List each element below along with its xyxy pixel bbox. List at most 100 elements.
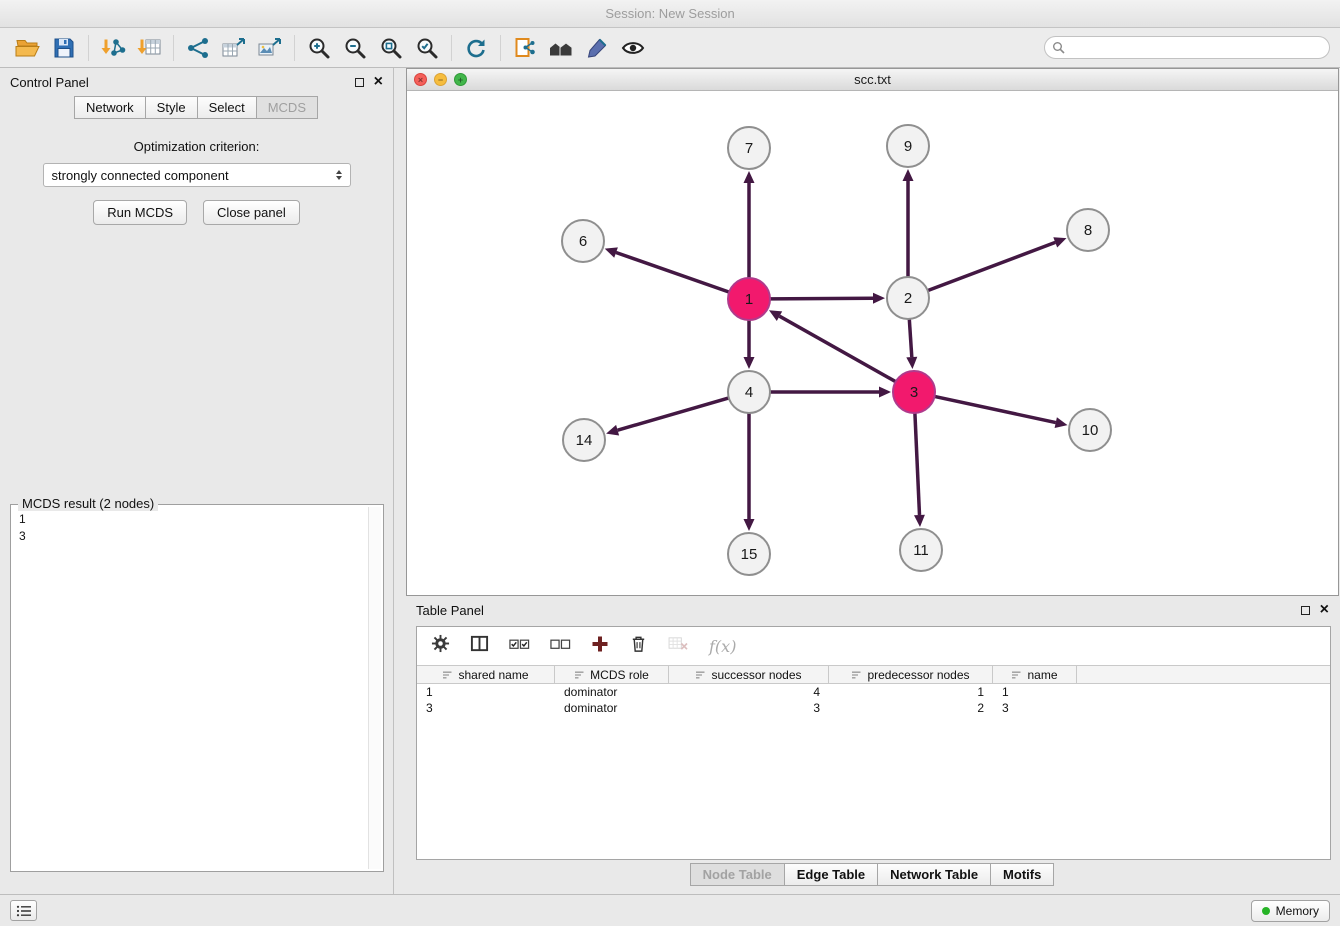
columns-icon (470, 634, 489, 653)
open-folder-icon (15, 36, 41, 60)
column-header-MCDS-role[interactable]: MCDS role (555, 666, 669, 683)
edge-2-8[interactable] (928, 242, 1056, 290)
toolbar-separator (173, 35, 174, 61)
table-settings-button[interactable] (431, 634, 450, 658)
edge-2-3[interactable] (909, 319, 912, 357)
graph-node-8[interactable]: 8 (1067, 209, 1109, 251)
import-network-button[interactable] (95, 31, 131, 65)
search-field[interactable] (1044, 36, 1330, 59)
show-hide-button[interactable] (615, 31, 651, 65)
float-panel-icon[interactable] (355, 78, 364, 87)
graph-node-3[interactable]: 3 (893, 371, 935, 413)
edge-arrow (744, 171, 755, 183)
main-toolbar (0, 28, 1340, 68)
svg-text:3: 3 (910, 384, 918, 401)
graph-node-14[interactable]: 14 (563, 419, 605, 461)
copy-network-button[interactable] (507, 31, 543, 65)
edge-arrow (873, 293, 885, 304)
column-header-successor-nodes[interactable]: successor nodes (669, 666, 829, 683)
svg-text:15: 15 (741, 546, 758, 563)
edge-3-11[interactable] (915, 413, 920, 515)
eye-icon (621, 36, 645, 60)
toolbar-separator (451, 35, 452, 61)
create-column-button[interactable] (591, 635, 609, 658)
edge-arrow (914, 515, 925, 527)
edge-arrow (606, 425, 619, 436)
table-tab-network-table[interactable]: Network Table (877, 863, 991, 886)
edge-4-14[interactable] (618, 398, 729, 430)
graph-node-1[interactable]: 1 (728, 278, 770, 320)
search-input[interactable] (1070, 41, 1322, 55)
criterion-dropdown[interactable]: strongly connected component (43, 163, 351, 187)
column-header-predecessor-nodes[interactable]: predecessor nodes (829, 666, 993, 683)
graph-node-15[interactable]: 15 (728, 533, 770, 575)
edge-1-6[interactable] (616, 253, 729, 293)
graph-node-7[interactable]: 7 (728, 127, 770, 169)
table-tab-edge-table[interactable]: Edge Table (784, 863, 878, 886)
control-tab-network[interactable]: Network (74, 96, 146, 119)
window-close-icon[interactable]: × (414, 73, 427, 86)
memory-button[interactable]: Memory (1251, 900, 1330, 922)
graph-node-9[interactable]: 9 (887, 125, 929, 167)
graph-node-4[interactable]: 4 (728, 371, 770, 413)
graph-node-2[interactable]: 2 (887, 277, 929, 319)
zoom-in-button[interactable] (301, 31, 337, 65)
graph-node-11[interactable]: 11 (900, 529, 942, 571)
control-tab-mcds[interactable]: MCDS (256, 96, 318, 119)
graph-node-10[interactable]: 10 (1069, 409, 1111, 451)
graph-node-6[interactable]: 6 (562, 220, 604, 262)
select-all-columns-button[interactable] (509, 636, 530, 657)
network-canvas[interactable]: 7 9 6 8 1 2 4 3 14 10 15 11 (407, 91, 1338, 595)
import-network-icon (100, 36, 126, 60)
memory-status-icon (1262, 907, 1270, 915)
delete-column-button[interactable] (629, 634, 648, 658)
column-header-shared-name[interactable]: shared name (417, 666, 555, 683)
table-tab-node-table[interactable]: Node Table (690, 863, 785, 886)
close-panel-icon[interactable]: × (374, 74, 383, 90)
deselect-all-columns-button[interactable] (550, 636, 571, 657)
window-minimize-icon[interactable]: − (434, 73, 447, 86)
style-pen-button[interactable] (579, 31, 615, 65)
delete-table-icon (668, 635, 689, 652)
svg-text:7: 7 (745, 140, 753, 157)
task-history-button[interactable] (10, 900, 37, 921)
first-neighbors-button[interactable] (543, 31, 579, 65)
network-canvas-area: 7 9 6 8 1 2 4 3 14 10 15 11 (407, 91, 1338, 595)
zoom-out-button[interactable] (337, 31, 373, 65)
delete-table-button[interactable] (668, 635, 689, 657)
window-zoom-icon[interactable]: + (454, 73, 467, 86)
table-tab-motifs[interactable]: Motifs (990, 863, 1054, 886)
control-tab-select[interactable]: Select (197, 96, 257, 119)
edge-3-1[interactable] (780, 316, 896, 382)
result-scrollbar[interactable] (368, 507, 381, 869)
function-builder-button[interactable]: f(x) (709, 637, 736, 656)
network-image-button[interactable] (252, 31, 288, 65)
open-session-button[interactable] (10, 31, 46, 65)
save-session-button[interactable] (46, 31, 82, 65)
refresh-layout-button[interactable] (458, 31, 494, 65)
edge-1-2[interactable] (770, 298, 873, 299)
close-panel-button[interactable]: Close panel (203, 200, 300, 225)
status-bar: Memory (0, 894, 1340, 926)
close-table-panel-icon[interactable]: × (1320, 602, 1329, 618)
edge-arrow (744, 519, 755, 531)
run-mcds-button[interactable]: Run MCDS (93, 200, 187, 225)
network-table-button[interactable] (216, 31, 252, 65)
show-columns-button[interactable] (470, 634, 489, 658)
control-tab-style[interactable]: Style (145, 96, 198, 119)
float-table-panel-icon[interactable] (1301, 606, 1310, 615)
table-row[interactable]: 1dominator411 (417, 684, 1330, 700)
zoom-fit-button[interactable] (373, 31, 409, 65)
zoom-out-icon (343, 36, 367, 60)
column-header-name[interactable]: name (993, 666, 1077, 683)
main-area: Control Panel × NetworkStyleSelectMCDS O… (0, 68, 1340, 894)
edge-3-10[interactable] (935, 396, 1056, 422)
table-row[interactable]: 3dominator323 (417, 700, 1330, 716)
import-table-button[interactable] (131, 31, 167, 65)
zoom-fit-icon (379, 36, 403, 60)
svg-text:6: 6 (579, 233, 587, 250)
new-network-button[interactable] (180, 31, 216, 65)
zoom-selected-button[interactable] (409, 31, 445, 65)
toolbar-separator (88, 35, 89, 61)
copy-network-icon (513, 36, 537, 60)
